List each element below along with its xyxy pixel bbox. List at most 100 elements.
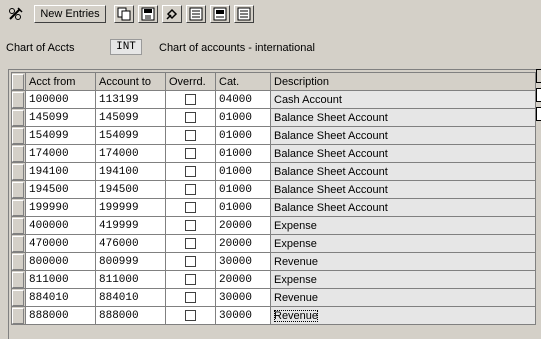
account-to-cell[interactable]: 811000 xyxy=(95,270,166,289)
category-cell[interactable]: 04000 xyxy=(215,90,271,109)
row-selector[interactable] xyxy=(11,162,26,181)
override-cell[interactable] xyxy=(165,306,216,325)
override-checkbox[interactable] xyxy=(185,256,196,268)
override-cell[interactable] xyxy=(165,270,216,289)
acct-from-cell[interactable]: 888000 xyxy=(25,306,96,325)
override-checkbox[interactable] xyxy=(185,238,196,250)
description-cell: Expense xyxy=(270,216,536,235)
row-selector[interactable] xyxy=(11,108,26,127)
row-selector[interactable] xyxy=(11,180,26,199)
override-checkbox[interactable] xyxy=(185,184,196,196)
column-header-account-to[interactable]: Account to xyxy=(95,72,166,91)
acct-from-cell[interactable]: 470000 xyxy=(25,234,96,253)
acct-from-cell[interactable]: 884010 xyxy=(25,288,96,307)
description-cell: Cash Account xyxy=(270,90,536,109)
row-selector[interactable] xyxy=(11,270,26,289)
row-selector[interactable] xyxy=(11,126,26,145)
acct-from-cell[interactable]: 800000 xyxy=(25,252,96,271)
delete-button[interactable] xyxy=(138,5,158,23)
row-selector[interactable] xyxy=(11,306,26,325)
row-selector[interactable] xyxy=(11,234,26,253)
override-checkbox[interactable] xyxy=(185,310,196,322)
override-checkbox[interactable] xyxy=(185,202,196,214)
new-entries-button[interactable]: New Entries xyxy=(34,5,106,23)
acct-from-cell[interactable]: 199990 xyxy=(25,198,96,217)
account-to-cell[interactable]: 113199 xyxy=(95,90,166,109)
row-selector[interactable] xyxy=(11,198,26,217)
row-selector[interactable] xyxy=(11,216,26,235)
scroll-down-icon[interactable] xyxy=(536,107,541,121)
override-cell[interactable] xyxy=(165,108,216,127)
override-checkbox[interactable] xyxy=(185,130,196,142)
column-header-override[interactable]: Overrd. xyxy=(165,72,216,91)
override-cell[interactable] xyxy=(165,288,216,307)
undo-change-button[interactable] xyxy=(162,5,182,23)
account-to-cell[interactable]: 884010 xyxy=(95,288,166,307)
override-cell[interactable] xyxy=(165,234,216,253)
account-to-cell[interactable]: 194100 xyxy=(95,162,166,181)
acct-from-cell[interactable]: 154099 xyxy=(25,126,96,145)
override-checkbox[interactable] xyxy=(185,112,196,124)
copy-as-button[interactable] xyxy=(114,5,134,23)
account-to-cell[interactable]: 145099 xyxy=(95,108,166,127)
override-cell[interactable] xyxy=(165,90,216,109)
select-all-rows-cell[interactable] xyxy=(11,72,26,91)
category-cell[interactable]: 30000 xyxy=(215,252,271,271)
category-cell[interactable]: 20000 xyxy=(215,234,271,253)
override-cell[interactable] xyxy=(165,180,216,199)
acct-from-cell[interactable]: 145099 xyxy=(25,108,96,127)
chart-of-accounts-field[interactable]: INT xyxy=(110,39,142,55)
deselect-all-button[interactable] xyxy=(234,5,254,23)
column-header-description[interactable]: Description xyxy=(270,72,536,91)
account-to-cell[interactable]: 800999 xyxy=(95,252,166,271)
acct-from-cell[interactable]: 400000 xyxy=(25,216,96,235)
override-cell[interactable] xyxy=(165,162,216,181)
account-to-cell[interactable]: 476000 xyxy=(95,234,166,253)
override-checkbox[interactable] xyxy=(185,148,196,160)
account-to-cell[interactable]: 174000 xyxy=(95,144,166,163)
override-checkbox[interactable] xyxy=(185,166,196,178)
row-selector[interactable] xyxy=(11,288,26,307)
category-cell[interactable]: 01000 xyxy=(215,126,271,145)
override-checkbox[interactable] xyxy=(185,274,196,286)
override-cell[interactable] xyxy=(165,144,216,163)
table-settings-icon[interactable] xyxy=(536,69,541,83)
override-checkbox[interactable] xyxy=(185,292,196,304)
select-block-button[interactable] xyxy=(210,5,230,23)
override-cell[interactable] xyxy=(165,126,216,145)
category-cell[interactable]: 01000 xyxy=(215,180,271,199)
description-text: Revenue xyxy=(274,309,319,322)
acct-from-cell[interactable]: 174000 xyxy=(25,144,96,163)
description-text: Expense xyxy=(274,219,317,232)
override-cell[interactable] xyxy=(165,198,216,217)
row-selector[interactable] xyxy=(11,90,26,109)
category-cell[interactable]: 20000 xyxy=(215,216,271,235)
category-cell[interactable]: 20000 xyxy=(215,270,271,289)
column-header-acct-from[interactable]: Acct from xyxy=(25,72,96,91)
override-cell[interactable] xyxy=(165,252,216,271)
override-checkbox[interactable] xyxy=(185,94,196,106)
category-cell[interactable]: 30000 xyxy=(215,306,271,325)
account-to-cell[interactable]: 154099 xyxy=(95,126,166,145)
category-cell[interactable]: 01000 xyxy=(215,162,271,181)
acct-from-cell[interactable]: 100000 xyxy=(25,90,96,109)
display-change-button[interactable] xyxy=(4,5,28,23)
category-cell[interactable]: 01000 xyxy=(215,108,271,127)
account-to-cell[interactable]: 888000 xyxy=(95,306,166,325)
select-all-button[interactable] xyxy=(186,5,206,23)
category-cell[interactable]: 01000 xyxy=(215,198,271,217)
account-to-cell[interactable]: 194500 xyxy=(95,180,166,199)
override-checkbox[interactable] xyxy=(185,220,196,232)
acct-from-cell[interactable]: 194100 xyxy=(25,162,96,181)
row-selector[interactable] xyxy=(11,144,26,163)
account-to-cell[interactable]: 199999 xyxy=(95,198,166,217)
column-header-category[interactable]: Cat. xyxy=(215,72,271,91)
scroll-up-icon[interactable] xyxy=(536,88,541,102)
account-to-cell[interactable]: 419999 xyxy=(95,216,166,235)
category-cell[interactable]: 30000 xyxy=(215,288,271,307)
acct-from-cell[interactable]: 194500 xyxy=(25,180,96,199)
acct-from-cell[interactable]: 811000 xyxy=(25,270,96,289)
category-cell[interactable]: 01000 xyxy=(215,144,271,163)
row-selector[interactable] xyxy=(11,252,26,271)
override-cell[interactable] xyxy=(165,216,216,235)
